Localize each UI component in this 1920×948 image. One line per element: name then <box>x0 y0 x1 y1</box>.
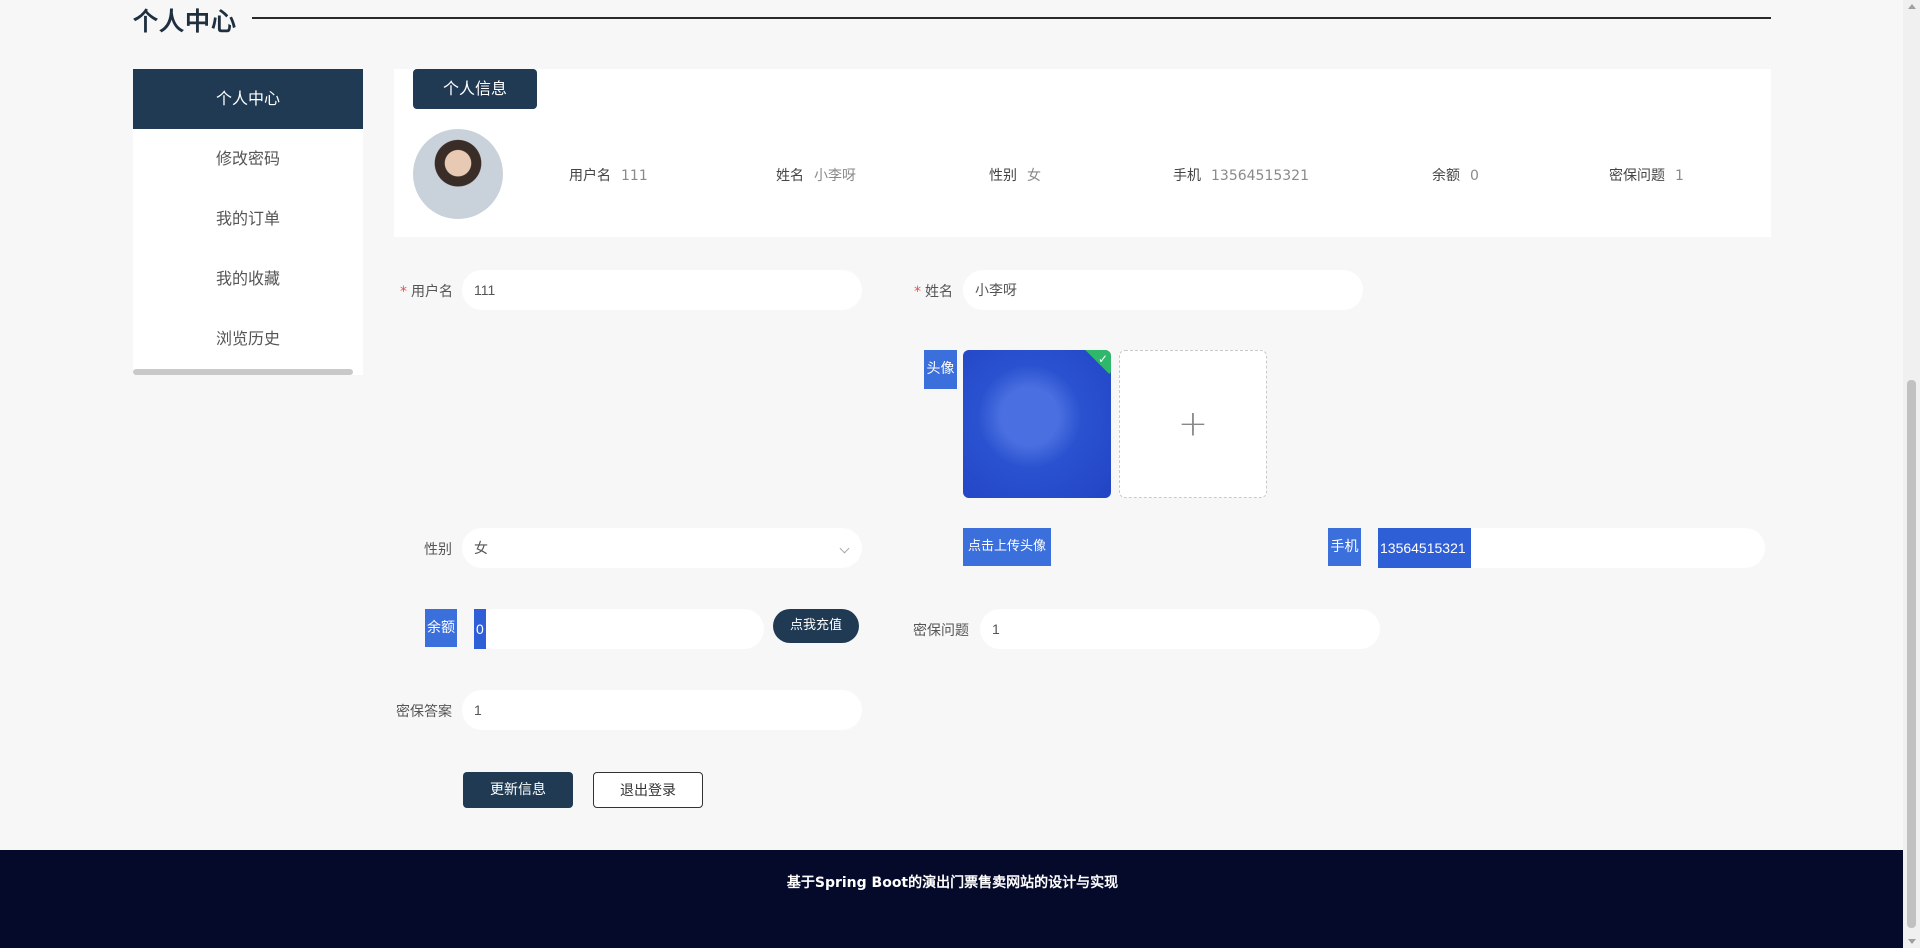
security-answer-input[interactable]: 1 <box>462 690 862 730</box>
profile-info-card: 个人信息 用户名 111 姓名 小李呀 性别女 手机 13564515321 余额 0 … <box>394 69 1771 237</box>
page-scrollbar-thumb[interactable] <box>1907 380 1916 928</box>
gender-select[interactable]: 女 <box>462 528 862 568</box>
info-name-value: 小李呀 <box>814 168 856 184</box>
info-phone-value: 13564515321 <box>1211 168 1309 184</box>
avatar <box>413 129 503 219</box>
tab-personal-info[interactable]: 个人信息 <box>413 69 537 109</box>
sidebar-item-profile[interactable]: 个人中心 <box>133 69 363 129</box>
security-answer-label: 密保答案 <box>396 704 452 720</box>
recharge-button[interactable]: 点我充值 <box>773 609 859 643</box>
info-balance: 余额 0 <box>1432 165 1479 185</box>
phone-input[interactable]: 13564515321 <box>1378 528 1765 568</box>
uploaded-avatar-image[interactable]: ✓ <box>963 350 1111 498</box>
info-gender-value: 女 <box>1027 168 1041 184</box>
info-username-label: 用户名 <box>569 168 611 184</box>
info-username: 用户名 111 <box>569 165 648 185</box>
sidebar-scrollbar[interactable] <box>133 369 353 375</box>
sidebar: 个人中心 修改密码 我的订单 我的收藏 浏览历史 <box>133 69 363 375</box>
update-info-button[interactable]: 更新信息 <box>463 772 573 808</box>
info-phone: 手机 13564515321 <box>1173 165 1309 185</box>
sidebar-item-history[interactable]: 浏览历史 <box>133 309 363 369</box>
sidebar-item-my-orders[interactable]: 我的订单 <box>133 189 363 249</box>
info-name: 姓名 小李呀 <box>776 165 856 185</box>
balance-label: 余额 <box>425 609 457 647</box>
info-gender-label: 性别 <box>989 168 1017 184</box>
avatar-upload-box[interactable]: + <box>1119 350 1267 498</box>
name-input[interactable]: 小李呀 <box>963 270 1363 310</box>
info-gender: 性别女 <box>989 165 1041 185</box>
scroll-up-arrow-icon[interactable] <box>1908 4 1916 9</box>
plus-icon: + <box>1177 403 1209 445</box>
footer: 基于Spring Boot的演出门票售卖网站的设计与实现 <box>0 850 1905 948</box>
info-security-question-label: 密保问题 <box>1609 168 1665 184</box>
info-phone-label: 手机 <box>1173 168 1201 184</box>
info-security-question-value: 1 <box>1675 168 1684 184</box>
info-balance-label: 余额 <box>1432 168 1460 184</box>
username-label: * 用户名 <box>400 284 453 300</box>
upload-avatar-button[interactable]: 点击上传头像 <box>963 528 1051 566</box>
page-title: 个人中心 <box>133 7 238 36</box>
chevron-down-icon <box>839 543 850 554</box>
info-balance-value: 0 <box>1470 168 1479 184</box>
security-question-label: 密保问题 <box>913 623 969 639</box>
check-icon: ✓ <box>1097 352 1108 366</box>
sidebar-item-change-password[interactable]: 修改密码 <box>133 129 363 189</box>
username-input[interactable]: 111 <box>462 270 862 310</box>
balance-input-selected-text: 0 <box>474 609 486 649</box>
name-label: * 姓名 <box>914 284 953 300</box>
info-security-question: 密保问题 1 <box>1609 165 1684 185</box>
gender-label: 性别 <box>424 542 452 558</box>
avatar-label: 头像 <box>924 350 957 389</box>
scroll-down-arrow-icon[interactable] <box>1908 939 1916 944</box>
sidebar-item-favorites[interactable]: 我的收藏 <box>133 249 363 309</box>
info-username-value: 111 <box>621 168 648 184</box>
gender-select-value: 女 <box>474 540 488 556</box>
footer-text: 基于Spring Boot的演出门票售卖网站的设计与实现 <box>786 875 1119 891</box>
balance-input[interactable]: 0 <box>474 609 764 649</box>
security-question-input[interactable]: 1 <box>980 609 1380 649</box>
phone-input-selected-text: 13564515321 <box>1378 528 1471 568</box>
page-scrollbar[interactable] <box>1903 0 1920 948</box>
info-name-label: 姓名 <box>776 168 804 184</box>
phone-label: 手机 <box>1328 528 1361 566</box>
logout-button[interactable]: 退出登录 <box>593 772 703 808</box>
title-divider <box>252 17 1771 19</box>
